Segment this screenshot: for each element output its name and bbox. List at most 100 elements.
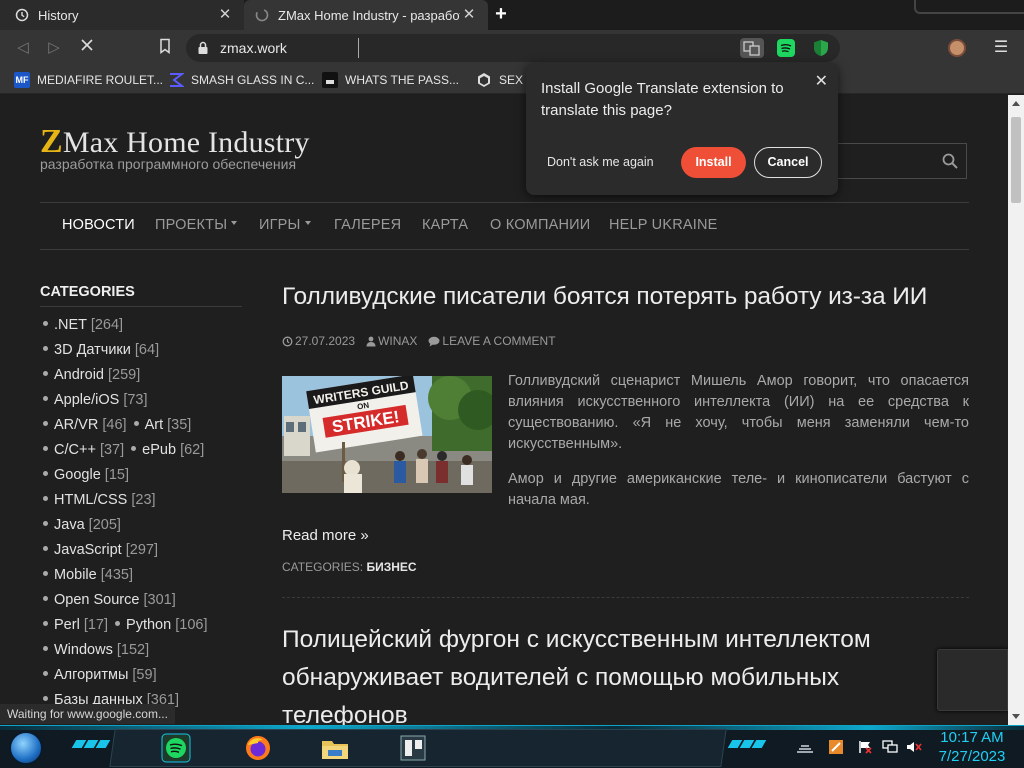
nav-games[interactable]: ИГРЫ bbox=[259, 217, 311, 233]
keyboard-icon[interactable] bbox=[795, 740, 813, 754]
install-button[interactable]: Install bbox=[681, 147, 746, 178]
category-link[interactable]: Android [259] bbox=[54, 367, 140, 383]
category-link[interactable]: Java [205] bbox=[54, 517, 121, 533]
tab-title: ZMax Home Industry - разработка программ… bbox=[278, 7, 460, 23]
search-input[interactable] bbox=[834, 143, 967, 179]
taskbar-clock[interactable]: 10:17 AM 7/27/2023 bbox=[930, 728, 1014, 766]
bookmark-mediafire[interactable]: MF MEDIAFIRE ROULET... bbox=[14, 71, 163, 89]
nav-news[interactable]: НОВОСТИ bbox=[62, 217, 135, 233]
post-thumbnail[interactable]: WRITERS GUILD ON STRIKE! bbox=[282, 376, 492, 493]
category-row: JavaScript [297] bbox=[40, 542, 260, 567]
close-icon[interactable]: ✕ bbox=[460, 6, 478, 24]
category-link[interactable]: HTML/CSS [23] bbox=[54, 492, 156, 508]
category-link[interactable]: Python [106] bbox=[126, 617, 207, 633]
category-link[interactable]: Mobile [435] bbox=[54, 567, 133, 583]
cancel-button[interactable]: Cancel bbox=[754, 147, 822, 178]
close-icon[interactable]: ✕ bbox=[815, 71, 828, 91]
bullet-icon bbox=[115, 621, 121, 627]
bookmark-dark-icon bbox=[322, 72, 338, 88]
stop-loading-icon[interactable] bbox=[77, 37, 97, 57]
bullet-icon bbox=[43, 396, 48, 402]
profile-avatar[interactable] bbox=[948, 39, 966, 57]
close-icon[interactable]: ✕ bbox=[216, 6, 234, 24]
spotify-extension-icon[interactable] bbox=[777, 39, 795, 57]
category-name: Art bbox=[144, 417, 164, 433]
site-subtitle: разработка программного обеспечения bbox=[40, 156, 297, 172]
network-icon[interactable] bbox=[882, 740, 898, 754]
category-link[interactable]: Perl [17] bbox=[54, 617, 108, 633]
category-link[interactable]: Google [15] bbox=[54, 467, 129, 483]
category-count: [64] bbox=[134, 342, 160, 358]
spotify-app-icon[interactable] bbox=[161, 733, 191, 763]
category-link[interactable]: 3D Датчики [64] bbox=[54, 342, 159, 358]
firefox-app-icon[interactable] bbox=[243, 733, 273, 763]
bullet-icon bbox=[43, 671, 48, 677]
bookmark-sex[interactable]: SEX I bbox=[476, 71, 530, 89]
scroll-thumb[interactable] bbox=[1011, 117, 1021, 203]
tab-history[interactable]: History ✕ bbox=[0, 0, 244, 30]
category-row: Google [15] bbox=[40, 467, 260, 492]
text-cursor bbox=[358, 38, 359, 58]
bookmark-smash-glass[interactable]: SMASH GLASS IN C... bbox=[168, 71, 314, 89]
tray-app-icon[interactable] bbox=[829, 740, 843, 754]
user-icon bbox=[366, 336, 376, 346]
taskbar-decoration bbox=[71, 740, 111, 748]
start-button[interactable] bbox=[9, 731, 43, 765]
scroll-down-icon[interactable] bbox=[1012, 714, 1020, 719]
category-name: Google bbox=[54, 467, 101, 483]
category-link[interactable]: JavaScript [297] bbox=[54, 542, 158, 558]
scroll-up-icon[interactable] bbox=[1012, 101, 1020, 106]
category-link[interactable]: Apple/iOS [73] bbox=[54, 392, 148, 408]
category-name: ePub bbox=[142, 442, 177, 458]
address-bar[interactable]: zmax.work bbox=[186, 34, 840, 62]
post-author[interactable]: WINAX bbox=[366, 334, 417, 348]
bullet-icon bbox=[43, 546, 48, 552]
category-count: [59] bbox=[132, 667, 157, 683]
category-row: Apple/iOS [73] bbox=[40, 392, 260, 417]
new-tab-button[interactable]: + bbox=[491, 4, 511, 25]
category-name: Open Source bbox=[54, 592, 140, 608]
back-icon[interactable]: ◁ bbox=[13, 38, 33, 58]
forward-icon[interactable]: ▷ bbox=[44, 38, 64, 58]
clock-time: 10:17 AM bbox=[940, 729, 1004, 746]
category-link[interactable]: Open Source [301] bbox=[54, 592, 176, 608]
translate-icon[interactable] bbox=[740, 38, 764, 58]
bullet-icon bbox=[133, 421, 139, 427]
app-window-icon[interactable] bbox=[398, 733, 428, 763]
post-comment-link[interactable]: LEAVE A COMMENT bbox=[428, 334, 556, 348]
category-link[interactable]: C/C++ [37] bbox=[54, 442, 124, 458]
category-name: Mobile bbox=[54, 567, 97, 583]
post-paragraph: Голливудский сценарист Мишель Амор говор… bbox=[508, 373, 969, 452]
category-link[interactable]: Art [35] bbox=[145, 417, 192, 433]
dont-ask-again-button[interactable]: Don't ask me again bbox=[547, 155, 654, 169]
window-frame-decoration bbox=[914, 0, 1024, 14]
category-name: Алгоритмы bbox=[54, 667, 129, 683]
category-link[interactable]: .NET [264] bbox=[54, 317, 123, 333]
flag-icon[interactable] bbox=[858, 740, 872, 754]
page-scrollbar[interactable] bbox=[1008, 95, 1024, 725]
category-link[interactable]: Windows [152] bbox=[54, 642, 149, 658]
file-explorer-icon[interactable] bbox=[320, 733, 350, 763]
read-more-link[interactable]: Read more » bbox=[282, 527, 369, 544]
nav-gallery[interactable]: ГАЛЕРЕЯ bbox=[334, 217, 401, 233]
post-category-link[interactable]: БИЗНЕС bbox=[366, 560, 416, 574]
search-icon[interactable] bbox=[942, 153, 958, 169]
post-title-2[interactable]: Полицейский фургон с искусственным интел… bbox=[282, 621, 922, 725]
browser-menu-icon[interactable]: ☰ bbox=[993, 38, 1009, 58]
bookmark-whats-the-pass[interactable]: WHATS THE PASS... bbox=[322, 71, 459, 89]
category-count: [301] bbox=[143, 592, 176, 608]
nav-projects[interactable]: ПРОЕКТЫ bbox=[155, 217, 238, 233]
post-title[interactable]: Голливудские писатели боятся потерять ра… bbox=[282, 283, 927, 311]
nav-about[interactable]: О КОМПАНИИ bbox=[490, 217, 590, 233]
bookmark-icon[interactable] bbox=[155, 38, 175, 58]
volume-icon[interactable] bbox=[906, 740, 922, 754]
category-link[interactable]: ePub [62] bbox=[142, 442, 204, 458]
nav-help-ukraine[interactable]: HELP UKRAINE bbox=[609, 217, 718, 233]
nav-map[interactable]: КАРТА bbox=[422, 217, 468, 233]
category-link[interactable]: Алгоритмы [59] bbox=[54, 667, 157, 683]
category-link[interactable]: AR/VR [46] bbox=[54, 417, 127, 433]
bullet-icon bbox=[43, 371, 48, 377]
tab-zmax[interactable]: ZMax Home Industry - разработка программ… bbox=[244, 0, 488, 30]
bookmark-label: MEDIAFIRE ROULET... bbox=[37, 73, 164, 87]
shield-extension-icon[interactable] bbox=[812, 39, 830, 57]
